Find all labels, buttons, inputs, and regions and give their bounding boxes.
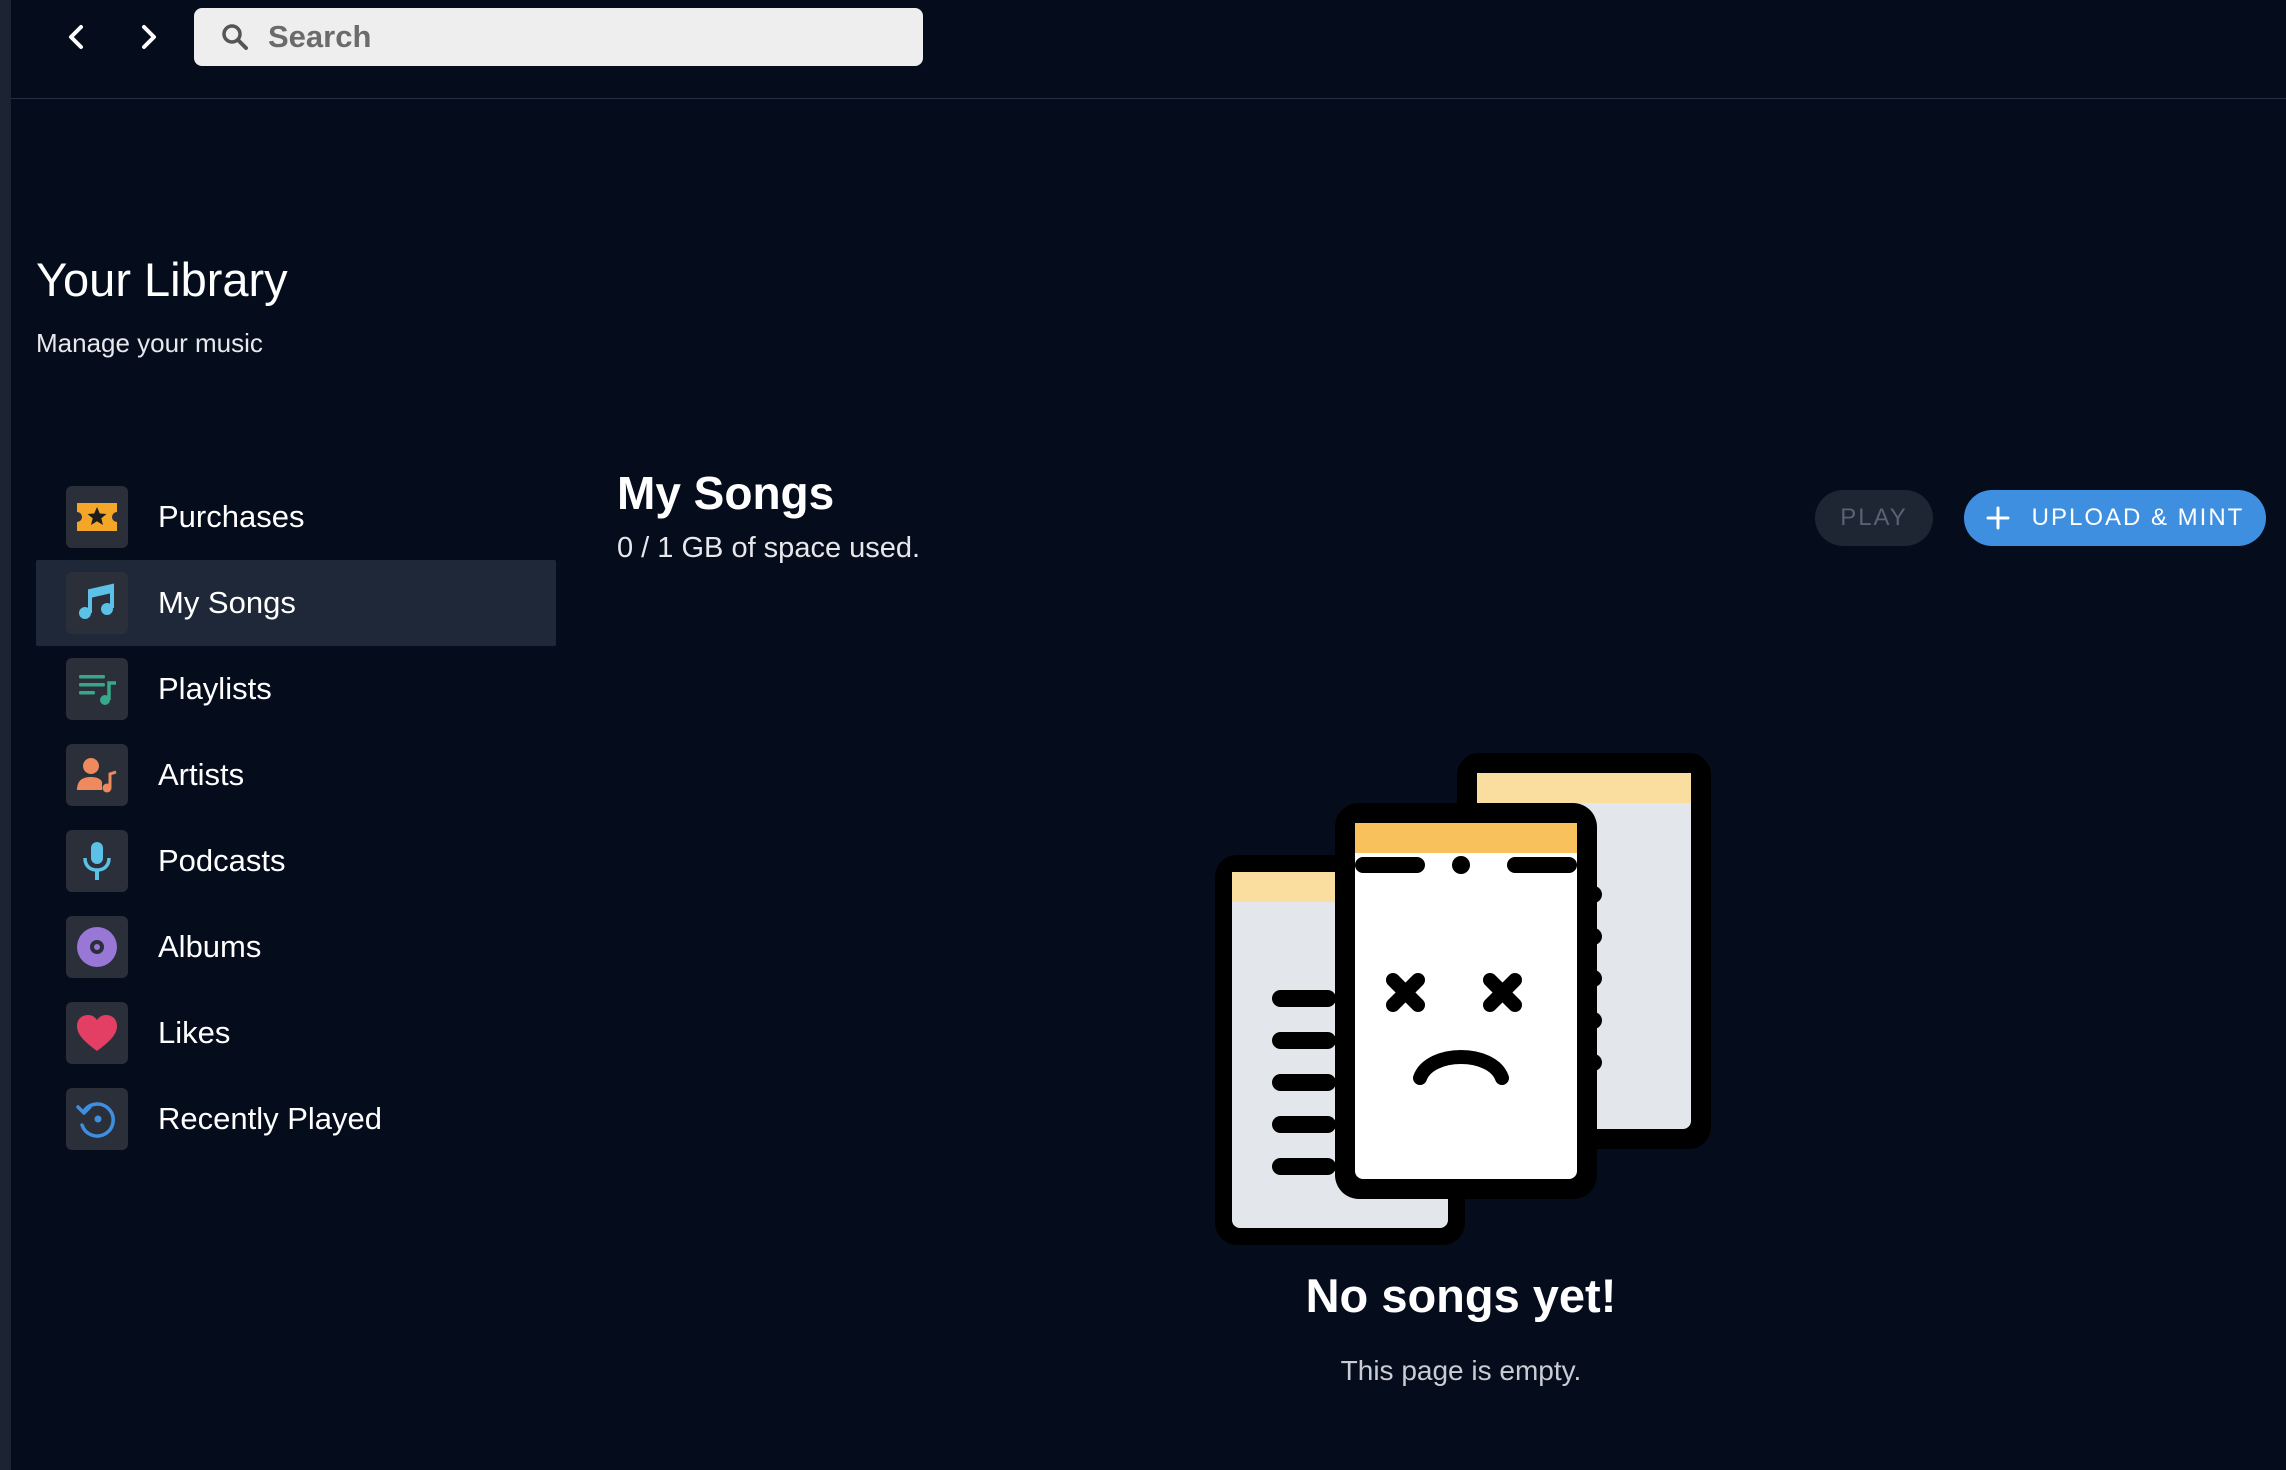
storage-usage: 0 / 1 GB of space used. <box>617 532 921 564</box>
sidebar-item-artists[interactable]: Artists <box>36 732 556 818</box>
search-input[interactable] <box>266 18 910 56</box>
sidebar-item-recently-played[interactable]: Recently Played <box>36 1076 556 1162</box>
search-bar[interactable] <box>194 8 923 66</box>
forward-button[interactable] <box>126 14 172 60</box>
search-icon <box>220 22 250 52</box>
sidebar-item-likes[interactable]: Likes <box>36 990 556 1076</box>
upload-and-mint-button[interactable]: UPLOAD & MINT <box>1964 490 2266 546</box>
library-subtitle: Manage your music <box>36 328 263 358</box>
back-button[interactable] <box>53 14 99 60</box>
play-button[interactable]: PLAY <box>1815 490 1933 546</box>
sidebar-item-label: Recently Played <box>158 1101 383 1136</box>
empty-state-title: No songs yet! <box>1305 1269 1617 1322</box>
page-title: My Songs <box>617 467 835 519</box>
sidebar-item-albums[interactable]: Albums <box>36 904 556 990</box>
sidebar-item-label: Artists <box>158 757 245 792</box>
vinyl-icon <box>66 916 128 978</box>
app-edge-strip <box>0 0 11 1470</box>
sidebar-item-label: Playlists <box>158 671 272 706</box>
heart-icon <box>66 1002 128 1064</box>
upload-button-label: UPLOAD & MINT <box>2031 504 2245 531</box>
sidebar-item-podcasts[interactable]: Podcasts <box>36 818 556 904</box>
library-sidebar: Purchases My Songs Playlists Artists Pod… <box>36 474 556 1162</box>
chevron-right-icon <box>142 25 156 49</box>
history-icon <box>66 1088 128 1150</box>
sidebar-item-purchases[interactable]: Purchases <box>36 474 556 560</box>
playlist-icon <box>66 658 128 720</box>
library-title: Your Library <box>36 253 288 306</box>
sidebar-item-playlists[interactable]: Playlists <box>36 646 556 732</box>
sidebar-item-label: Likes <box>158 1015 231 1050</box>
sidebar-item-label: Podcasts <box>158 843 286 878</box>
plus-icon <box>1986 506 2010 530</box>
chevron-left-icon <box>69 25 83 49</box>
sidebar-item-label: Albums <box>158 929 262 964</box>
artist-icon <box>66 744 128 806</box>
sidebar-item-label: My Songs <box>158 585 296 620</box>
play-button-label: PLAY <box>1840 504 1908 531</box>
empty-state-subtitle: This page is empty. <box>1340 1355 1582 1386</box>
empty-songs-illustration-icon <box>1215 753 1711 1245</box>
sidebar-item-my-songs[interactable]: My Songs <box>36 560 556 646</box>
top-bar <box>11 0 2286 99</box>
sidebar-item-label: Purchases <box>158 499 305 534</box>
ticket-star-icon <box>66 486 128 548</box>
microphone-icon <box>66 830 128 892</box>
music-note-icon <box>66 572 128 634</box>
